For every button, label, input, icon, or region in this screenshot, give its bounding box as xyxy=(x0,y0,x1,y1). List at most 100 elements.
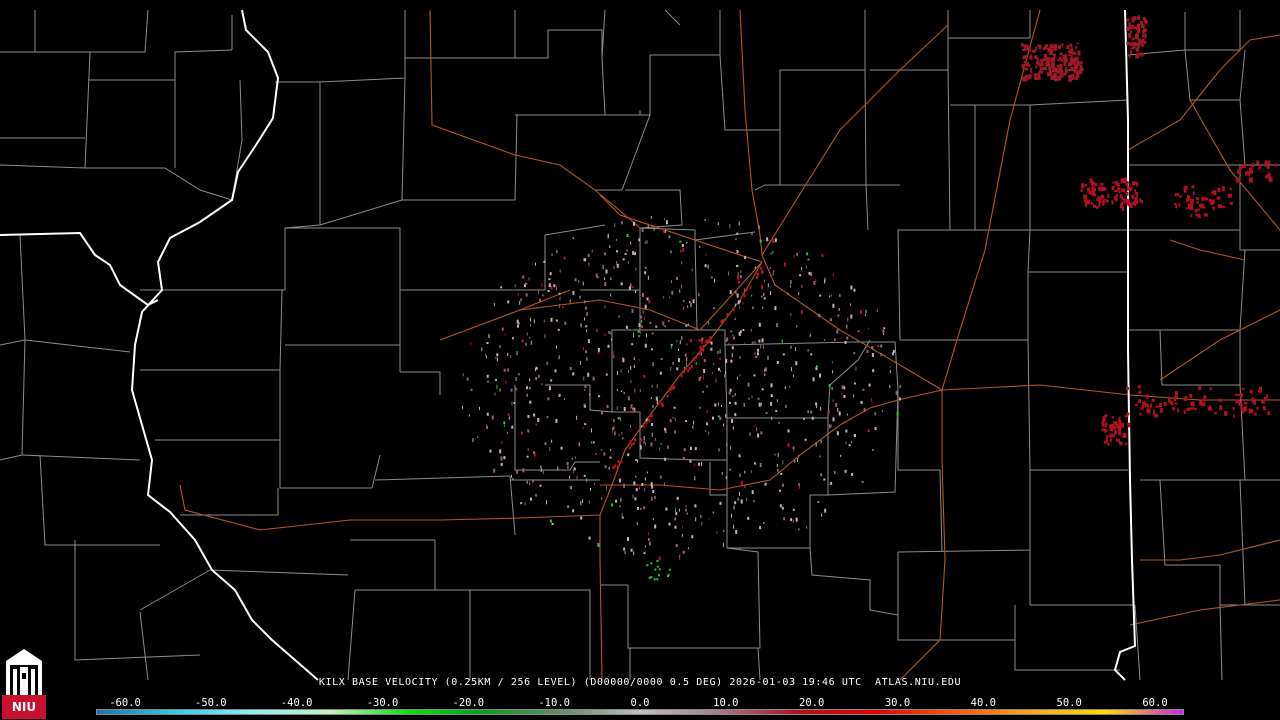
echo-pixel xyxy=(1058,68,1062,72)
echo-pixel xyxy=(1040,67,1044,71)
echo-pixel xyxy=(572,469,574,474)
echo-pixel xyxy=(661,403,664,407)
echo-pixel xyxy=(583,258,586,262)
echo-pixel xyxy=(753,500,755,503)
echo-pixel xyxy=(866,350,869,353)
echo-pixel xyxy=(740,481,743,485)
state-boundaries xyxy=(0,9,1137,681)
echo-pixel xyxy=(546,416,549,419)
echo-pixel xyxy=(644,477,646,481)
echo-pixel xyxy=(685,420,688,423)
echo-pixel xyxy=(551,523,554,525)
echo-pixel xyxy=(539,298,542,302)
echo-pixel xyxy=(558,393,561,397)
echo-pixel xyxy=(602,265,604,270)
echo-pixel xyxy=(500,456,503,461)
echo-pixel xyxy=(1050,59,1054,63)
echo-pixel xyxy=(744,484,746,489)
echo-pixel xyxy=(507,353,509,356)
echo-pixel xyxy=(734,401,737,405)
echo-pixel xyxy=(1048,52,1051,56)
echo-pixel xyxy=(1134,202,1137,207)
echo-pixel xyxy=(743,403,745,407)
echo-pixel xyxy=(1114,430,1118,435)
echo-pixel xyxy=(1244,401,1248,405)
echo-pixel xyxy=(795,347,797,352)
echo-pixel xyxy=(1129,202,1133,208)
echo-pixel xyxy=(1189,199,1194,204)
colorbar-tick-labels: -60.0 -50.0 -40.0 -30.0 -20.0 -10.0 0.0 10.0 20.… xyxy=(95,697,1185,709)
echo-pixel xyxy=(588,536,591,540)
echo-pixel xyxy=(648,299,651,304)
echo-pixel xyxy=(680,249,682,253)
echo-pixel xyxy=(1159,407,1163,413)
echo-pixel xyxy=(666,394,669,398)
echo-pixel xyxy=(553,284,556,288)
echo-pixel xyxy=(1068,62,1072,67)
echo-pixel xyxy=(664,457,667,461)
echo-pixel xyxy=(534,368,536,372)
echo-pixel xyxy=(1116,182,1120,186)
echo-pixel xyxy=(625,325,628,329)
echo-pixel xyxy=(850,303,851,307)
echo-pixel xyxy=(1198,386,1202,390)
echo-pixel xyxy=(617,464,620,469)
echo-pixel xyxy=(1204,213,1207,217)
echo-pixel xyxy=(1083,194,1088,199)
echo-pixel xyxy=(857,330,860,333)
echo-pixel xyxy=(1110,423,1114,428)
echo-pixel xyxy=(746,497,748,501)
echo-pixel xyxy=(829,424,831,429)
echo-pixel xyxy=(876,309,878,313)
echo-pixel xyxy=(650,397,652,400)
echo-pixel xyxy=(790,280,792,284)
echo-pixel xyxy=(705,429,707,432)
echo-pixel xyxy=(681,261,683,265)
echo-pixel xyxy=(729,468,731,471)
echo-pixel xyxy=(803,417,805,420)
echo-pixel xyxy=(1266,394,1269,399)
echo-pixel xyxy=(837,407,839,412)
echo-pixel xyxy=(896,411,899,416)
echo-pixel xyxy=(659,371,662,375)
echo-pixel xyxy=(630,424,631,428)
echo-pixel xyxy=(548,386,551,391)
echo-pixel xyxy=(623,547,626,551)
echo-pixel xyxy=(648,576,651,579)
echo-pixel xyxy=(583,347,584,351)
echo-pixel xyxy=(555,319,558,322)
echo-pixel xyxy=(510,355,512,358)
echo-pixel xyxy=(1221,205,1226,208)
echo-pixel xyxy=(1200,206,1205,209)
echo-pixel xyxy=(729,290,732,295)
echo-pixel xyxy=(628,287,631,291)
echo-pixel xyxy=(1090,202,1094,205)
echo-pixel xyxy=(654,437,656,441)
echo-pixel xyxy=(1100,428,1105,431)
echo-pixel xyxy=(683,300,685,303)
echo-pixel xyxy=(493,303,495,307)
echo-pixel xyxy=(738,280,740,284)
echo-pixel xyxy=(1133,26,1138,30)
echo-pixel xyxy=(792,508,795,511)
echo-pixel xyxy=(606,405,609,408)
echo-pixel xyxy=(576,475,578,480)
echo-pixel xyxy=(1101,201,1105,204)
echo-pixel xyxy=(699,345,702,349)
echo-pixel xyxy=(610,338,612,341)
echo-pixel xyxy=(525,293,528,297)
echo-pixel xyxy=(809,333,811,337)
echo-pixel xyxy=(1137,385,1141,389)
echo-pixel xyxy=(739,374,741,377)
echo-pixel xyxy=(764,368,766,372)
echo-pixel xyxy=(692,357,695,361)
echo-pixel xyxy=(1203,398,1207,402)
echo-pixel xyxy=(682,306,684,310)
echo-pixel xyxy=(1256,406,1259,410)
echo-pixel xyxy=(1092,204,1096,208)
echo-pixel xyxy=(747,382,750,387)
echo-pixel xyxy=(774,283,775,286)
echo-pixel xyxy=(757,348,760,352)
echo-pixel xyxy=(832,303,835,308)
echo-pixel xyxy=(679,554,681,558)
